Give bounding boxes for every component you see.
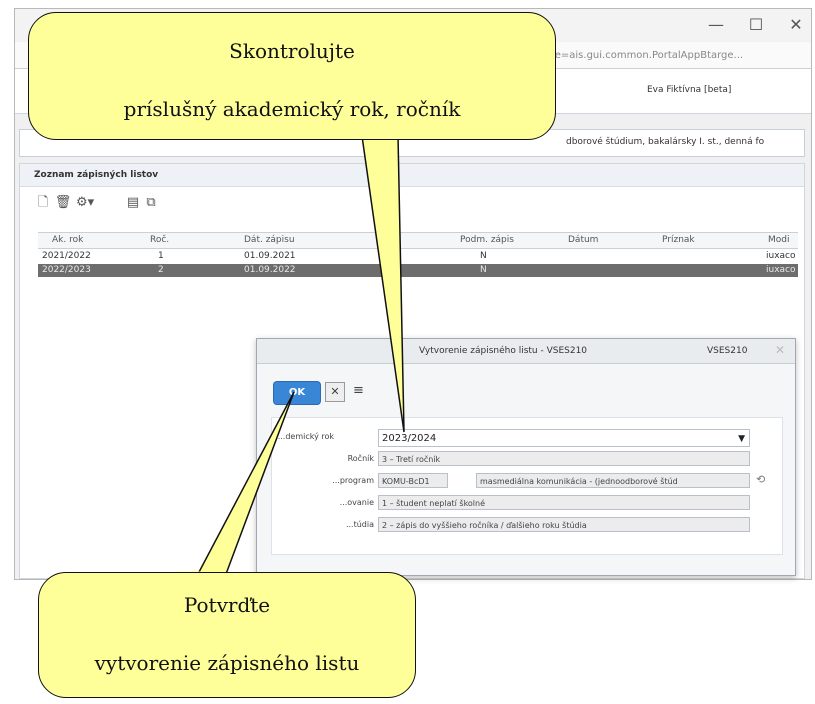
top-callout-tail	[338, 135, 405, 433]
top-callout: Skontrolujte príslušný akademický rok, r…	[28, 12, 556, 140]
top-callout-line2: príslušný akademický rok, ročník	[123, 97, 461, 121]
bottom-callout-line1: Potvrďte	[183, 593, 271, 617]
top-callout-line1: Skontrolujte	[229, 39, 355, 63]
bottom-callout-line2: vytvorenie zápisného listu	[94, 651, 360, 675]
bottom-callout: Potvrďte vytvorenie zápisného listu	[38, 572, 416, 698]
bottom-callout-tail	[174, 391, 295, 575]
